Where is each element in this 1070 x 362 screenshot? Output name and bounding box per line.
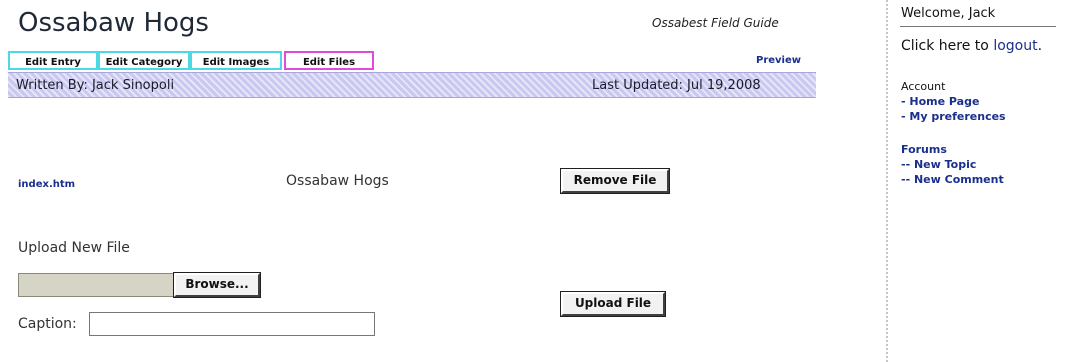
welcome-divider <box>900 26 1056 27</box>
caption-label: Caption: <box>18 316 77 332</box>
caption-input[interactable] <box>89 312 375 336</box>
tab-edit-entry[interactable]: Edit Entry <box>8 51 98 70</box>
logout-row: Click here to logout. <box>901 38 1042 54</box>
logout-suffix: . <box>1037 38 1043 54</box>
tab-edit-files[interactable]: Edit Files <box>284 51 374 70</box>
remove-file-button[interactable]: Remove File <box>561 169 669 193</box>
field-guide-label: Ossabest Field Guide <box>652 16 779 30</box>
tab-edit-images[interactable]: Edit Images <box>190 51 282 70</box>
last-updated: Last Updated: Jul 19,2008 <box>592 78 761 93</box>
forums-heading[interactable]: Forums <box>901 143 947 156</box>
browse-button[interactable]: Browse... <box>174 273 260 297</box>
my-preferences-link[interactable]: - My preferences <box>901 110 1006 123</box>
tab-edit-category[interactable]: Edit Category <box>98 51 190 70</box>
upload-new-file-label: Upload New File <box>18 240 130 256</box>
file-link[interactable]: index.htm <box>18 179 75 190</box>
written-by: Written By: Jack Sinopoli <box>16 78 175 93</box>
file-name: Ossabaw Hogs <box>286 173 389 189</box>
preview-link[interactable]: Preview <box>756 55 801 66</box>
new-topic-link[interactable]: -- New Topic <box>901 158 976 171</box>
new-comment-link[interactable]: -- New Comment <box>901 173 1004 186</box>
file-path-input[interactable] <box>18 273 174 297</box>
welcome-text: Welcome, Jack <box>901 6 996 21</box>
home-page-link[interactable]: - Home Page <box>901 95 979 108</box>
logout-link[interactable]: logout <box>993 38 1037 54</box>
page-title: Ossabaw Hogs <box>18 8 209 38</box>
logout-prefix: Click here to <box>901 38 994 54</box>
account-heading: Account <box>901 80 946 93</box>
upload-file-button[interactable]: Upload File <box>561 292 665 316</box>
